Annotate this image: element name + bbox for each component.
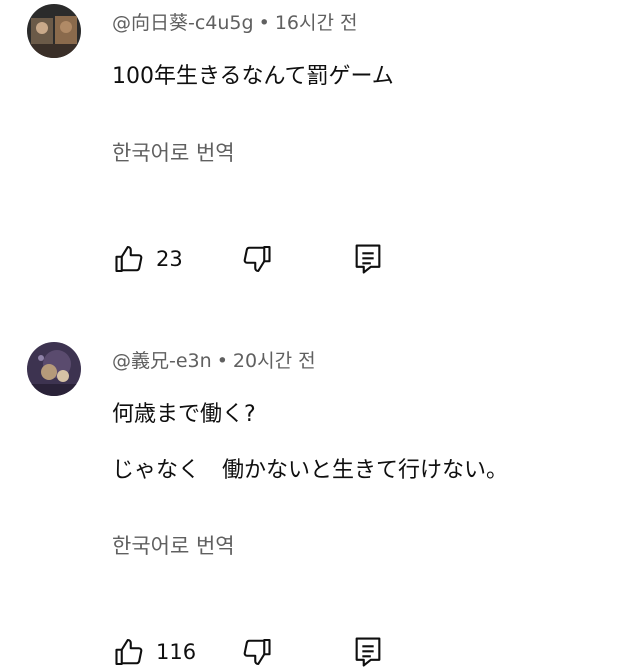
meta-separator: • <box>216 350 228 372</box>
like-button[interactable]: 23 <box>112 239 183 279</box>
meta-separator: • <box>258 12 270 34</box>
comment-time[interactable]: 20시간 전 <box>233 350 316 372</box>
translate-button[interactable]: 한국어로 번역 <box>112 137 235 167</box>
comment-text-line: じゃなく 働かないと生きて行けない。 <box>112 458 509 483</box>
like-count: 116 <box>156 640 197 664</box>
reply-button[interactable] <box>352 632 384 672</box>
comment-actions: 116 <box>112 632 412 672</box>
comment-text-line: 何歳まで働く? <box>112 402 256 427</box>
comment-actions: 23 <box>112 239 412 279</box>
author-name[interactable]: @向日葵-c4u5g <box>112 12 254 34</box>
like-count: 23 <box>156 247 183 271</box>
thumbs-up-icon <box>112 634 148 670</box>
comment-meta: @義兄-e3n • 20시간 전 <box>112 346 316 373</box>
comment-text: 100年生きるなんて罰ゲーム <box>112 64 394 89</box>
thumbs-down-icon <box>238 634 274 670</box>
author-name[interactable]: @義兄-e3n <box>112 350 212 372</box>
thumbs-up-icon <box>112 241 148 277</box>
like-button[interactable]: 116 <box>112 632 196 672</box>
reply-button[interactable] <box>352 239 384 279</box>
avatar-image <box>27 342 81 396</box>
avatar[interactable] <box>27 342 81 396</box>
reply-icon <box>352 635 384 669</box>
avatar[interactable] <box>27 4 81 58</box>
dislike-button[interactable] <box>238 239 274 279</box>
dislike-button[interactable] <box>238 632 274 672</box>
comment-meta: @向日葵-c4u5g • 16시간 전 <box>112 8 357 35</box>
avatar-image <box>27 4 81 58</box>
thumbs-down-icon <box>238 241 274 277</box>
reply-icon <box>352 242 384 276</box>
translate-button[interactable]: 한국어로 번역 <box>112 530 235 560</box>
comment-time[interactable]: 16시간 전 <box>275 12 358 34</box>
